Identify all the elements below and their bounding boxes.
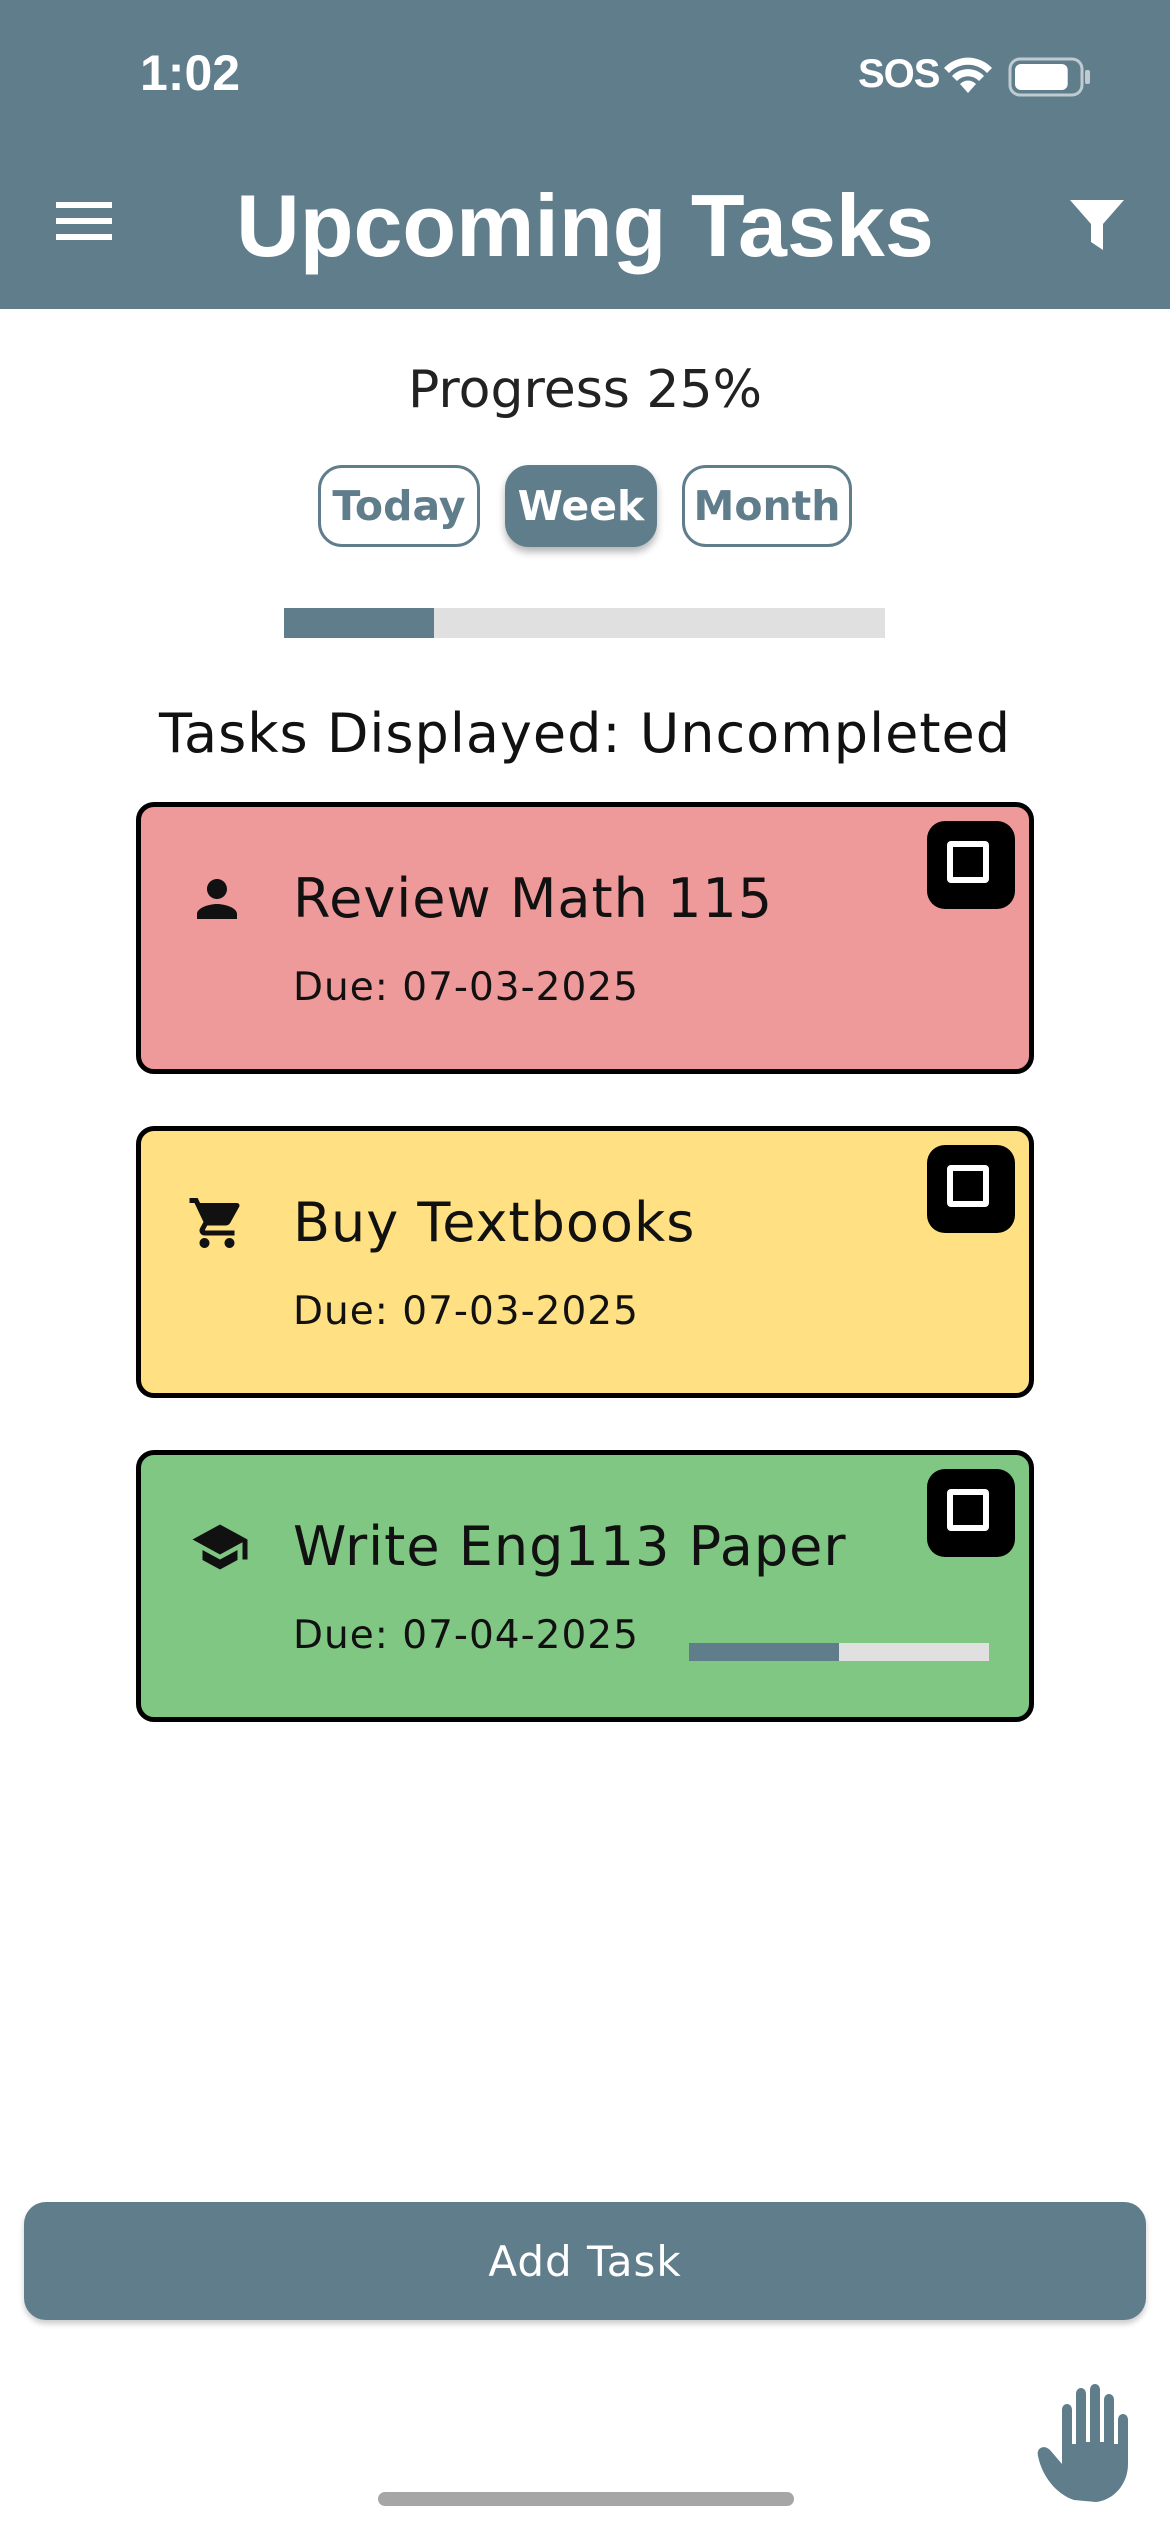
task-checkbox[interactable]	[927, 1145, 1015, 1233]
overall-progress-bar	[284, 608, 885, 638]
progress-label: Progress 25%	[407, 360, 763, 420]
tasks-filter-label: Tasks Displayed: Uncompleted	[158, 702, 1011, 765]
wifi-icon	[944, 57, 992, 93]
range-tab-today[interactable]: Today	[318, 465, 480, 547]
task-progress-bar	[689, 1643, 989, 1661]
person-icon	[197, 879, 237, 919]
graduation-cap-icon	[192, 1524, 248, 1570]
battery-icon	[1008, 57, 1090, 97]
task-due-date: Due: 07-03-2025	[293, 1289, 639, 1334]
task-title: Review Math 115	[293, 867, 774, 930]
task-card-buy-textbooks[interactable]: Buy Textbooks Due: 07-03-2025	[136, 1126, 1034, 1398]
add-task-button[interactable]: Add Task	[24, 2202, 1146, 2320]
status-time: 1:02	[140, 45, 241, 101]
task-due-date: Due: 07-03-2025	[293, 965, 639, 1010]
range-tab-month[interactable]: Month	[682, 465, 852, 547]
filter-icon[interactable]	[1068, 198, 1126, 252]
task-due-date: Due: 07-04-2025	[293, 1613, 639, 1658]
task-card-review-math[interactable]: Review Math 115 Due: 07-03-2025	[136, 802, 1034, 1074]
page-title: Upcoming Tasks	[236, 176, 934, 275]
task-progress-fill	[689, 1643, 839, 1661]
status-carrier: SOS	[858, 52, 940, 96]
task-title: Buy Textbooks	[293, 1191, 696, 1254]
task-checkbox[interactable]	[927, 1469, 1015, 1557]
range-tab-week[interactable]: Week	[505, 465, 657, 547]
task-title: Write Eng113 Paper	[293, 1515, 847, 1578]
app-header: 1:02 SOS Upcoming Tasks	[0, 0, 1170, 309]
task-card-write-paper[interactable]: Write Eng113 Paper Due: 07-04-2025	[136, 1450, 1034, 1722]
hand-icon[interactable]	[1034, 2380, 1134, 2504]
overall-progress-fill	[284, 608, 435, 638]
task-checkbox[interactable]	[927, 821, 1015, 909]
home-indicator	[378, 2492, 794, 2506]
shopping-cart-icon	[189, 1198, 240, 1248]
